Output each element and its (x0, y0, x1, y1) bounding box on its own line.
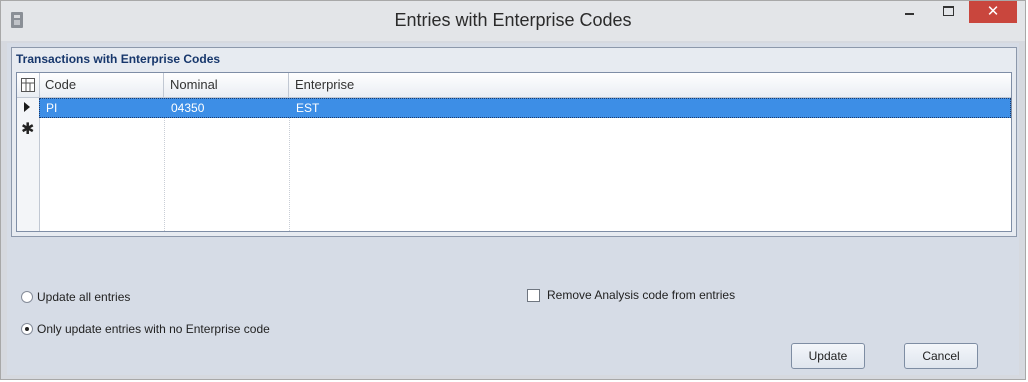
only-update-label: Only update entries with no Enterprise c… (37, 322, 270, 336)
transactions-group: Transactions with Enterprise Codes Code … (11, 47, 1017, 237)
grid-header: Code Nominal Enterprise (17, 73, 1011, 98)
entries-grid[interactable]: Code Nominal Enterprise PI 04350 EST ✱ (16, 72, 1012, 232)
column-chooser-icon (21, 78, 35, 92)
radio-indicator[interactable] (21, 291, 33, 303)
remove-analysis-label: Remove Analysis code from entries (547, 288, 736, 302)
radio-indicator[interactable] (21, 323, 33, 335)
checkbox-box[interactable] (527, 288, 540, 302)
cell-enterprise[interactable]: EST (290, 99, 990, 117)
close-button[interactable]: ✕ (969, 1, 1017, 23)
close-icon: ✕ (986, 2, 1000, 20)
column-header-nominal[interactable]: Nominal (164, 73, 289, 97)
window-title: Entries with Enterprise Codes (394, 10, 632, 30)
dialog-window: Entries with Enterprise Codes ✕ Transact… (0, 0, 1026, 380)
column-header-enterprise[interactable]: Enterprise (289, 73, 1011, 97)
update-all-radio[interactable]: Update all entries (21, 290, 130, 304)
cell-nominal[interactable]: 04350 (165, 99, 290, 117)
cell-code[interactable]: PI (40, 99, 165, 117)
update-all-label: Update all entries (37, 290, 131, 304)
current-row-icon (24, 102, 30, 112)
new-row-icon: ✱ (21, 119, 35, 138)
dialog-body: Transactions with Enterprise Codes Code … (7, 43, 1019, 375)
title-bar[interactable]: Entries with Enterprise Codes ✕ (1, 1, 1025, 41)
column-chooser-button[interactable] (17, 73, 40, 97)
cancel-button[interactable]: Cancel (904, 343, 978, 369)
update-button[interactable]: Update (791, 343, 865, 369)
column-header-code[interactable]: Code (39, 73, 164, 97)
maximize-button[interactable] (934, 1, 964, 23)
table-row[interactable]: PI 04350 EST (39, 98, 1011, 118)
row-indicator-column (17, 98, 40, 231)
only-update-radio[interactable]: Only update entries with no Enterprise c… (21, 322, 270, 336)
remove-analysis-checkbox[interactable]: Remove Analysis code from entries (527, 288, 735, 302)
minimize-button[interactable] (894, 1, 924, 23)
group-caption: Transactions with Enterprise Codes (16, 52, 221, 66)
